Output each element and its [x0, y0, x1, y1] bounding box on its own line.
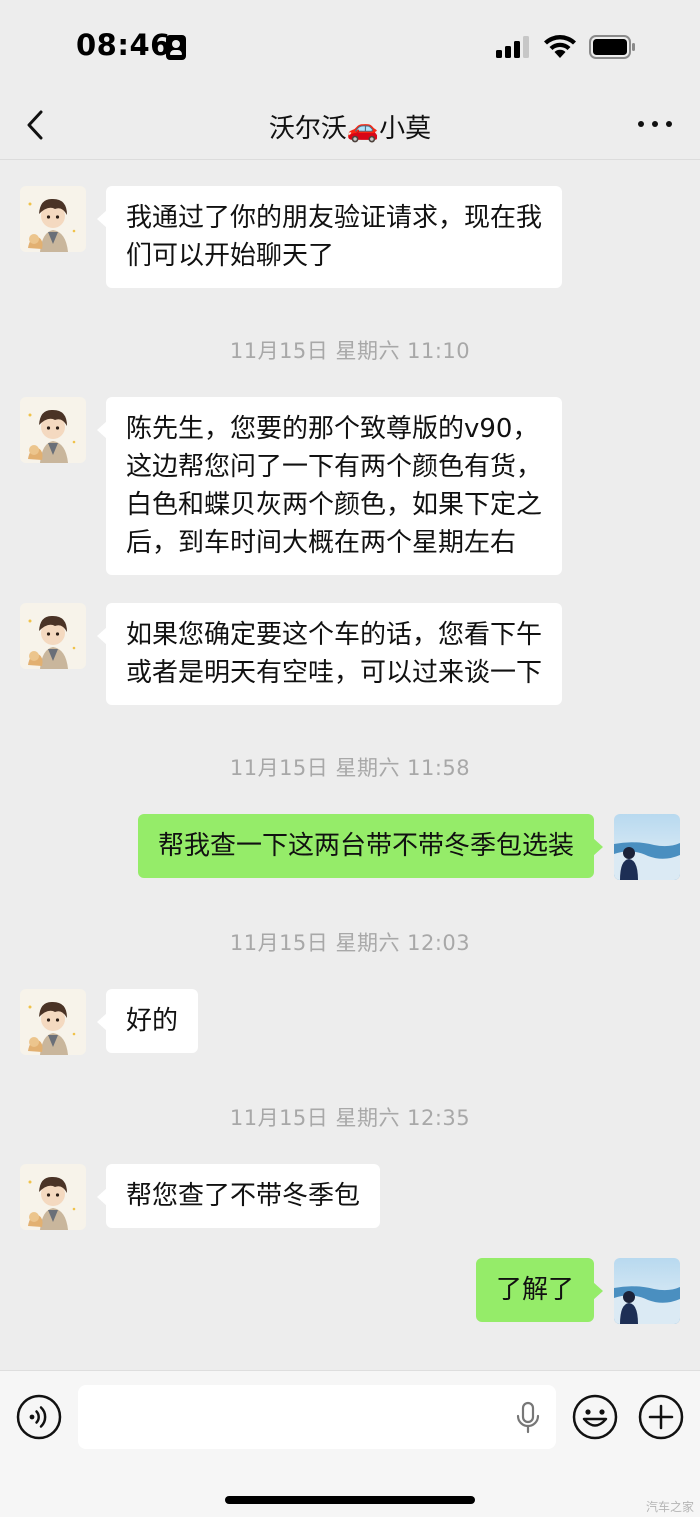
signal-icon	[496, 36, 532, 58]
contact-avatar[interactable]	[20, 1164, 86, 1230]
home-indicator	[225, 1496, 475, 1504]
contact-avatar[interactable]	[20, 186, 86, 252]
message-text: 后，到车时间大概在两个星期左右	[126, 528, 517, 558]
status-time: 08:46	[76, 28, 171, 62]
id-card-icon	[166, 35, 186, 60]
message-text: 如果您确定要这个车的话，您看下午	[126, 620, 543, 650]
outgoing-message: 了解了	[0, 1258, 700, 1324]
more-dots-icon[interactable]	[636, 110, 674, 138]
emoji-icon[interactable]	[572, 1394, 618, 1440]
message-bubble[interactable]: 陈先生，您要的那个致尊版的v90， 这边帮您问了一下有两个颜色有货， 白色和蝶贝灰两…	[96, 397, 563, 575]
message-text: 们可以开始聊天了	[126, 241, 335, 271]
message-bubble[interactable]: 我通过了你的朋友验证请求，现在我 们可以开始聊天了	[96, 186, 563, 288]
message-text: 了解了	[496, 1275, 575, 1305]
message-text: 帮我查一下这两台带不带冬季包选装	[158, 831, 575, 861]
status-bar: 08:46	[0, 0, 700, 96]
message-text: 好的	[126, 1006, 179, 1036]
voice-icon[interactable]	[16, 1394, 62, 1440]
message-text: 或者是明天有空哇，可以过来谈一下	[126, 658, 543, 688]
message-bubble[interactable]: 帮我查一下这两台带不带冬季包选装	[138, 814, 604, 878]
message-timestamp: 11月15日 星期六 12:03	[229, 931, 471, 955]
message-bubble[interactable]: 帮您查了不带冬季包	[96, 1164, 381, 1228]
outgoing-message: 帮我查一下这两台带不带冬季包选装	[0, 814, 700, 880]
chat-title: 沃尔沃🚗小莫	[268, 114, 432, 144]
message-input[interactable]	[78, 1385, 556, 1449]
incoming-message: 好的	[0, 989, 700, 1055]
message-timestamp: 11月15日 星期六 11:10	[229, 339, 471, 363]
contact-avatar[interactable]	[20, 989, 86, 1055]
contact-avatar[interactable]	[20, 397, 86, 463]
message-text: 白色和蝶贝灰两个颜色，如果下定之	[126, 490, 543, 520]
message-timestamp: 11月15日 星期六 12:35	[229, 1106, 471, 1130]
wifi-icon	[544, 35, 576, 58]
incoming-message: 我通过了你的朋友验证请求，现在我 们可以开始聊天了	[0, 186, 700, 288]
user-avatar[interactable]	[614, 1258, 680, 1324]
incoming-message: 帮您查了不带冬季包	[0, 1164, 700, 1230]
message-timestamp: 11月15日 星期六 11:58	[229, 756, 471, 780]
message-bubble[interactable]: 如果您确定要这个车的话，您看下午 或者是明天有空哇，可以过来谈一下	[96, 603, 563, 705]
incoming-message: 陈先生，您要的那个致尊版的v90， 这边帮您问了一下有两个颜色有货， 白色和蝶贝灰两…	[0, 397, 700, 575]
message-text: 这边帮您问了一下有两个颜色有货，	[126, 452, 543, 482]
chat-header: 沃尔沃🚗小莫	[0, 96, 700, 160]
contact-avatar[interactable]	[20, 603, 86, 669]
user-avatar[interactable]	[614, 814, 680, 880]
battery-icon	[589, 35, 635, 59]
message-bubble[interactable]: 好的	[96, 989, 199, 1053]
message-bubble[interactable]: 了解了	[476, 1258, 604, 1322]
message-text: 陈先生，您要的那个致尊版的v90，	[126, 414, 539, 444]
incoming-message: 如果您确定要这个车的话，您看下午 或者是明天有空哇，可以过来谈一下	[0, 603, 700, 705]
mic-icon[interactable]	[514, 1401, 542, 1435]
message-text: 我通过了你的朋友验证请求，现在我	[126, 203, 543, 233]
message-list[interactable]: 我通过了你的朋友验证请求，现在我 们可以开始聊天了 11月15日 星期六 11:10…	[0, 161, 700, 1370]
input-bar: 汽车之家	[0, 1370, 700, 1517]
message-text: 帮您查了不带冬季包	[126, 1181, 361, 1211]
watermark: 汽车之家	[646, 1500, 695, 1514]
plus-icon[interactable]	[638, 1394, 684, 1440]
